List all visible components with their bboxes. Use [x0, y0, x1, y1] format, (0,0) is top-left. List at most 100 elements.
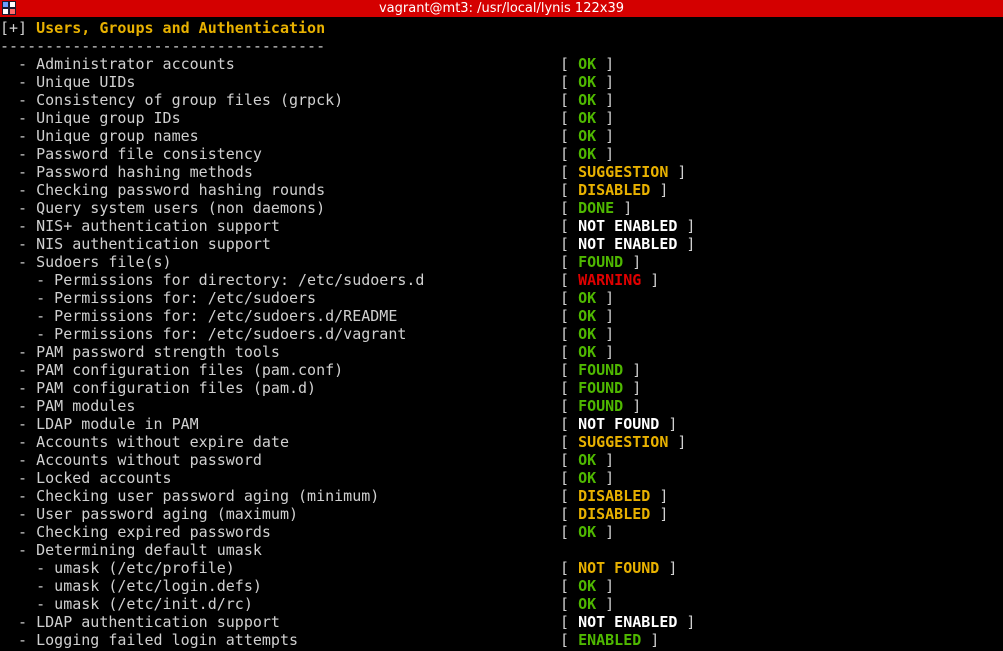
check-label: - Accounts without expire date [0, 433, 289, 451]
check-row: - Permissions for: /etc/sudoers.d/README… [0, 307, 1003, 325]
check-row: - NIS+ authentication support [ NOT ENABL… [0, 217, 1003, 235]
check-result: [ NOT ENABLED ] [560, 217, 696, 235]
check-label: - NIS+ authentication support [0, 217, 280, 235]
check-label: - Query system users (non daemons) [0, 199, 326, 217]
check-result: [ OK ] [560, 127, 615, 145]
check-label: - NIS authentication support [0, 235, 271, 253]
check-result: [ OK ] [560, 307, 615, 325]
check-result: [ OK ] [560, 523, 615, 541]
check-label: - Permissions for directory: /etc/sudoer… [0, 271, 425, 289]
check-result: [ FOUND ] [560, 379, 642, 397]
check-row: - Permissions for directory: /etc/sudoer… [0, 271, 1003, 289]
status-badge: OK [578, 55, 597, 73]
check-result: [ OK ] [560, 289, 615, 307]
check-result: [ ENABLED ] [560, 631, 660, 649]
check-row: - LDAP module in PAM [ NOT FOUND ] [0, 415, 1003, 433]
check-row: - PAM configuration files (pam.conf) [ FO… [0, 361, 1003, 379]
status-badge: WARNING [578, 271, 642, 289]
check-label: - LDAP module in PAM [0, 415, 199, 433]
status-badge: NOT ENABLED [578, 217, 678, 235]
status-badge: OK [578, 325, 597, 343]
check-row: - Administrator accounts [ OK ] [0, 55, 1003, 73]
check-label: - Permissions for: /etc/sudoers [0, 289, 317, 307]
check-row: - User password aging (maximum) [ DISABLE… [0, 505, 1003, 523]
check-result: [ SUGGESTION ] [560, 433, 687, 451]
check-result: [ OK ] [560, 91, 615, 109]
status-badge: FOUND [578, 253, 624, 271]
status-badge: OK [578, 451, 597, 469]
check-row: - umask (/etc/profile) [ NOT FOUND ] [0, 559, 1003, 577]
status-badge: OK [578, 91, 597, 109]
status-badge: OK [578, 343, 597, 361]
window-title: vagrant@mt3: /usr/local/lynis 122x39 [378, 1, 624, 16]
check-label: - Determining default umask [0, 541, 262, 559]
check-row: - umask (/etc/init.d/rc) [ OK ] [0, 595, 1003, 613]
check-row: - Query system users (non daemons) [ DONE… [0, 199, 1003, 217]
check-result: [ FOUND ] [560, 253, 642, 271]
check-result: [ NOT FOUND ] [560, 415, 678, 433]
status-badge: NOT ENABLED [578, 235, 678, 253]
check-result: [ OK ] [560, 325, 615, 343]
status-badge: DISABLED [578, 181, 651, 199]
status-badge: DONE [578, 199, 615, 217]
check-row: - Unique group IDs [ OK ] [0, 109, 1003, 127]
status-badge: SUGGESTION [578, 433, 669, 451]
check-row: - Sudoers file(s) [ FOUND ] [0, 253, 1003, 271]
check-label: - Permissions for: /etc/sudoers.d/vagran… [0, 325, 407, 343]
check-row: - Accounts without password [ OK ] [0, 451, 1003, 469]
check-label: - PAM password strength tools [0, 343, 280, 361]
status-badge: OK [578, 307, 597, 325]
check-result: [ DISABLED ] [560, 505, 669, 523]
check-result: [ SUGGESTION ] [560, 163, 687, 181]
check-label: - Sudoers file(s) [0, 253, 172, 271]
status-badge: NOT ENABLED [578, 613, 678, 631]
check-row: - PAM configuration files (pam.d) [ FOUND… [0, 379, 1003, 397]
check-row: - Password file consistency [ OK ] [0, 145, 1003, 163]
check-label: - umask (/etc/login.defs) [0, 577, 262, 595]
check-result: [ DONE ] [560, 199, 633, 217]
status-badge: OK [578, 469, 597, 487]
check-result: [ NOT ENABLED ] [560, 613, 696, 631]
check-row: - Permissions for: /etc/sudoers.d/vagran… [0, 325, 1003, 343]
status-badge: OK [578, 523, 597, 541]
check-row: - Logging failed login attempts [ ENABLED… [0, 631, 1003, 649]
check-result: [ OK ] [560, 469, 615, 487]
status-badge: OK [578, 595, 597, 613]
check-label: - Logging failed login attempts [0, 631, 299, 649]
status-badge: OK [578, 127, 597, 145]
check-result: [ OK ] [560, 73, 615, 91]
check-row: - Checking user password aging (minimum)… [0, 487, 1003, 505]
check-row: - NIS authentication support [ NOT ENABLE… [0, 235, 1003, 253]
check-result: [ OK ] [560, 595, 615, 613]
terminal-app-icon[interactable] [2, 1, 16, 15]
check-label: - Unique group IDs [0, 109, 181, 127]
section-rule-text: ------------------------------------ [0, 37, 326, 55]
check-result: [ OK ] [560, 109, 615, 127]
check-result: [ OK ] [560, 577, 615, 595]
section-title: Users, Groups and Authentication [36, 19, 326, 37]
check-label: - Unique group names [0, 127, 199, 145]
check-label: - umask (/etc/profile) [0, 559, 235, 577]
check-row: - PAM modules [ FOUND ] [0, 397, 1003, 415]
check-result: [ NOT ENABLED ] [560, 235, 696, 253]
check-result: [ OK ] [560, 343, 615, 361]
status-badge: DISABLED [578, 505, 651, 523]
terminal-output[interactable]: [+] Users, Groups and Authentication ---… [0, 19, 1003, 651]
check-label: - User password aging (maximum) [0, 505, 299, 523]
check-label: - Accounts without password [0, 451, 262, 469]
status-badge: FOUND [578, 379, 624, 397]
check-row: - Determining default umask [0, 541, 1003, 559]
window-titlebar[interactable]: vagrant@mt3: /usr/local/lynis 122x39 [0, 0, 1003, 17]
check-label: - LDAP authentication support [0, 613, 280, 631]
check-label: - Checking user password aging (minimum) [0, 487, 380, 505]
status-badge: OK [578, 577, 597, 595]
check-label: - Checking password hashing rounds [0, 181, 326, 199]
check-result: [ FOUND ] [560, 361, 642, 379]
status-badge: FOUND [578, 361, 624, 379]
check-label: - Locked accounts [0, 469, 172, 487]
check-row: - Consistency of group files (grpck) [ OK… [0, 91, 1003, 109]
check-label: - Unique UIDs [0, 73, 136, 91]
check-row: - PAM password strength tools [ OK ] [0, 343, 1003, 361]
check-row: - LDAP authentication support [ NOT ENABL… [0, 613, 1003, 631]
section-header: [+] Users, Groups and Authentication [0, 19, 1003, 37]
